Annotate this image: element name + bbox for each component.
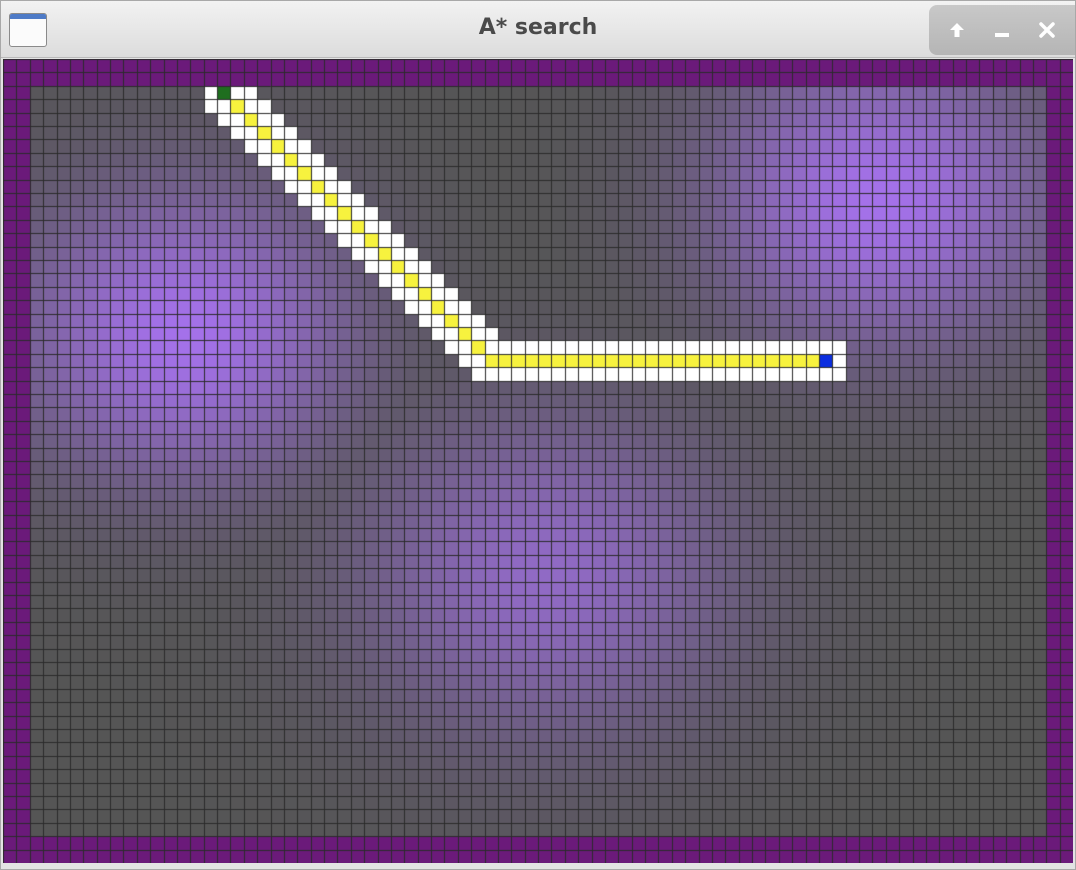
close-icon bbox=[1038, 22, 1055, 38]
arrow-up-icon bbox=[950, 23, 965, 37]
title-bar[interactable]: A* search bbox=[1, 1, 1075, 58]
search-grid-area[interactable] bbox=[3, 59, 1073, 863]
app-window: A* search bbox=[0, 0, 1076, 870]
window-title: A* search bbox=[478, 15, 598, 40]
close-button[interactable] bbox=[1029, 12, 1065, 48]
search-grid[interactable] bbox=[3, 59, 1073, 863]
window-controls bbox=[929, 5, 1075, 55]
minimize-icon bbox=[994, 33, 1009, 37]
minimize-button[interactable] bbox=[984, 12, 1020, 48]
maximize-button[interactable] bbox=[939, 12, 975, 48]
